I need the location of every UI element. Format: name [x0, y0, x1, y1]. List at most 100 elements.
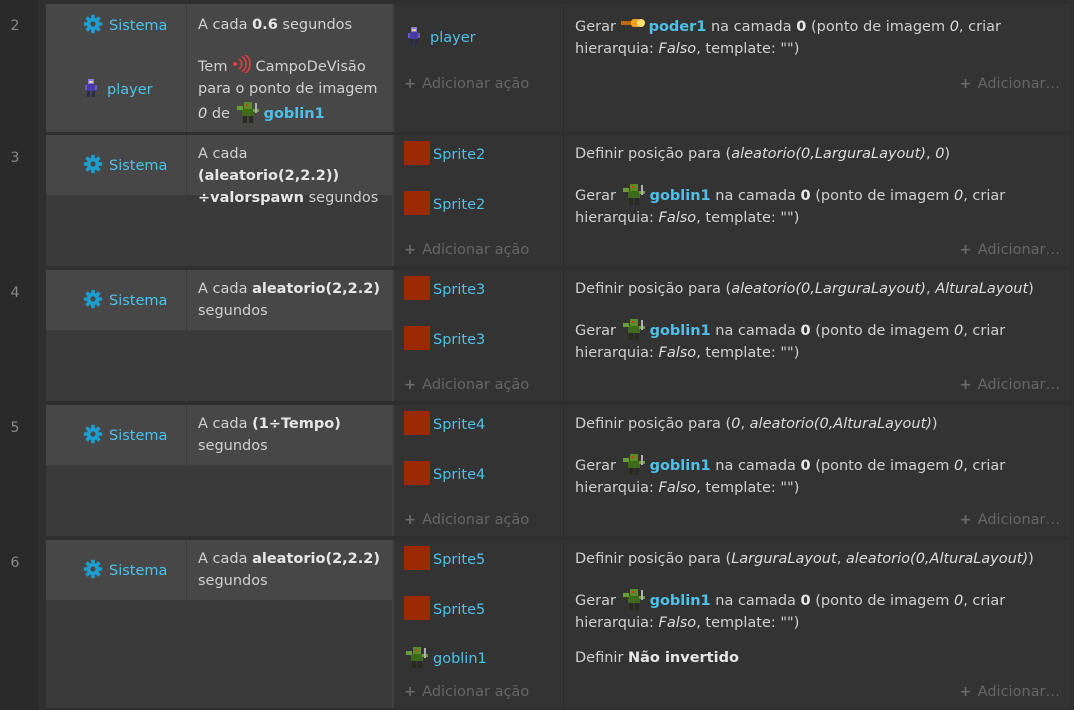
action-object[interactable]: Sprite2 [404, 191, 485, 215]
text: A cada [198, 551, 253, 567]
action-text[interactable]: Definir posição para (aleatorio(0,Largur… [575, 278, 1056, 300]
row-number: 2 [10, 18, 20, 34]
action-object-column [394, 4, 564, 132]
object-system[interactable]: Sistema [83, 154, 167, 174]
text: , template: "") [696, 615, 800, 631]
add-other-button[interactable]: + Adicionar… [960, 512, 1060, 528]
object-system[interactable]: Sistema [83, 424, 167, 444]
goblin-icon [622, 589, 645, 610]
object-link[interactable]: goblin1 [650, 593, 711, 609]
conditions-column: Sistema player A cada 0.6 segundos Tem Ca… [46, 4, 392, 132]
action-text[interactable]: Definir posição para (0, aleatorio(0,Alt… [575, 413, 1056, 435]
text: (ponto de imagem [810, 458, 954, 474]
event-block[interactable]: Sistema A cada aleatorio(2,2.2) segundos… [46, 270, 1070, 401]
condition[interactable]: Sistema A cada (1÷Tempo) segundos [46, 405, 392, 465]
action-text[interactable]: Definir posição para (LarguraLayout, ale… [575, 548, 1056, 570]
object-link[interactable]: poder1 [649, 19, 707, 35]
object-link[interactable]: goblin1 [650, 458, 711, 474]
condition-text[interactable]: A cada (1÷Tempo) segundos [198, 413, 384, 457]
add-other-button[interactable]: + Adicionar… [960, 684, 1060, 700]
object-system[interactable]: Sistema [83, 289, 167, 309]
param-bold: Não invertido [628, 650, 739, 666]
text: Gerar [575, 188, 616, 204]
plus-icon: + [959, 684, 972, 700]
condition-object-cell[interactable]: Sistema player [46, 4, 187, 132]
condition-text[interactable]: A cada aleatorio(2,2.2) segundos [198, 548, 384, 592]
condition-text[interactable]: A cada 0.6 segundos [198, 14, 384, 36]
text: A cada [198, 416, 253, 432]
condition-object-cell[interactable]: Sistema [46, 270, 187, 330]
add-other-button[interactable]: + Adicionar… [960, 242, 1060, 258]
action-text[interactable]: Definir posição para (aleatorio(0,Largur… [575, 143, 1056, 165]
object-link[interactable]: goblin1 [650, 323, 711, 339]
text: Gerar [575, 458, 616, 474]
action-text[interactable]: Gerar goblin1 na camada 0 (ponto de imag… [575, 587, 1056, 634]
object-name: Sprite4 [433, 417, 486, 433]
action-text[interactable]: Definir Não invertido [575, 647, 1056, 669]
action-text[interactable]: Gerar goblin1 na camada 0 (ponto de imag… [575, 182, 1056, 229]
condition[interactable]: Sistema A cada aleatorio(2,2.2) segundos [46, 270, 392, 330]
text: (ponto de imagem [810, 188, 954, 204]
add-other-button[interactable]: + Adicionar… [960, 377, 1060, 393]
add-action-button[interactable]: + Adicionar ação [404, 684, 529, 700]
player-icon [85, 79, 97, 97]
event-block[interactable]: Sistema A cada aleatorio(2,2.2) segundos… [46, 540, 1070, 708]
condition-text[interactable]: Tem CampoDeVisão para o ponto de imagem 0… [198, 55, 384, 125]
condition-object-cell[interactable]: Sistema [46, 135, 187, 195]
condition-text[interactable]: A cada (aleatorio(2,2.2)) ÷valorspawn se… [198, 143, 384, 209]
object-system[interactable]: Sistema [83, 14, 167, 34]
add-action-button[interactable]: + Adicionar ação [404, 377, 529, 393]
add-action-button[interactable]: + Adicionar ação [404, 512, 529, 528]
add-other-label: Adicionar… [977, 76, 1060, 92]
text: , template: "") [696, 480, 800, 496]
action-object[interactable]: goblin1 [404, 645, 487, 669]
param: 0 [953, 323, 964, 339]
add-other-button[interactable]: + Adicionar… [960, 76, 1060, 92]
behavior-name: CampoDeVisão [255, 59, 366, 75]
text: , criar [963, 458, 1006, 474]
add-action-label: Adicionar ação [422, 242, 530, 258]
action-object[interactable]: Sprite4 [404, 411, 485, 435]
condition-object-cell[interactable]: Sistema [46, 405, 187, 465]
row-number: 4 [10, 285, 20, 301]
text: Definir posição para ( [575, 551, 732, 567]
text: na camada [710, 593, 801, 609]
actions-column: Sprite3 Definir posição para (aleatorio(… [394, 270, 1070, 401]
action-object[interactable]: Sprite3 [404, 276, 485, 300]
param: Falso [658, 615, 697, 631]
text: Gerar [575, 593, 616, 609]
add-action-button[interactable]: + Adicionar ação [404, 76, 529, 92]
action-object[interactable]: Sprite4 [404, 461, 485, 485]
condition[interactable]: Sistema player A cada 0.6 segundos Tem Ca… [46, 4, 392, 132]
object-player[interactable]: player [83, 78, 153, 98]
action-text[interactable]: Gerar goblin1 na camada 0 (ponto de imag… [575, 452, 1056, 499]
gear-icon [83, 14, 103, 34]
condition-object-cell[interactable]: Sistema [46, 540, 187, 600]
text: segundos [277, 17, 353, 33]
condition[interactable]: Sistema A cada (aleatorio(2,2.2)) ÷valor… [46, 135, 392, 206]
power-icon [620, 19, 645, 27]
action-text[interactable]: Gerar goblin1 na camada 0 (ponto de imag… [575, 317, 1056, 364]
event-block[interactable]: Sistema A cada (aleatorio(2,2.2)) ÷valor… [46, 135, 1070, 266]
action-object[interactable]: Sprite5 [404, 596, 485, 620]
object-system[interactable]: Sistema [83, 559, 167, 579]
action-object[interactable]: Sprite3 [404, 326, 485, 350]
text: , [836, 551, 846, 567]
object-link[interactable]: goblin1 [264, 106, 325, 122]
event-block[interactable]: Sistema player A cada 0.6 segundos Tem Ca… [46, 4, 1070, 132]
condition-text[interactable]: A cada aleatorio(2,2.2) segundos [198, 278, 384, 322]
action-text[interactable]: Gerar poder1 na camada 0 (ponto de image… [575, 16, 1056, 60]
object-name: player [107, 82, 153, 98]
text: na camada [710, 458, 801, 474]
action-object[interactable]: Sprite5 [404, 546, 485, 570]
condition[interactable]: Sistema A cada aleatorio(2,2.2) segundos [46, 540, 392, 600]
action-object[interactable]: Sprite2 [404, 141, 485, 165]
event-block[interactable]: Sistema A cada (1÷Tempo) segundos Sprite… [46, 405, 1070, 536]
action-object[interactable]: player [406, 26, 476, 46]
add-action-button[interactable]: + Adicionar ação [404, 242, 529, 258]
text: na camada [710, 188, 801, 204]
plus-icon: + [404, 242, 417, 258]
object-link[interactable]: goblin1 [650, 188, 711, 204]
conditions-column: Sistema A cada aleatorio(2,2.2) segundos [46, 270, 392, 401]
text: hierarquia: [575, 480, 659, 496]
